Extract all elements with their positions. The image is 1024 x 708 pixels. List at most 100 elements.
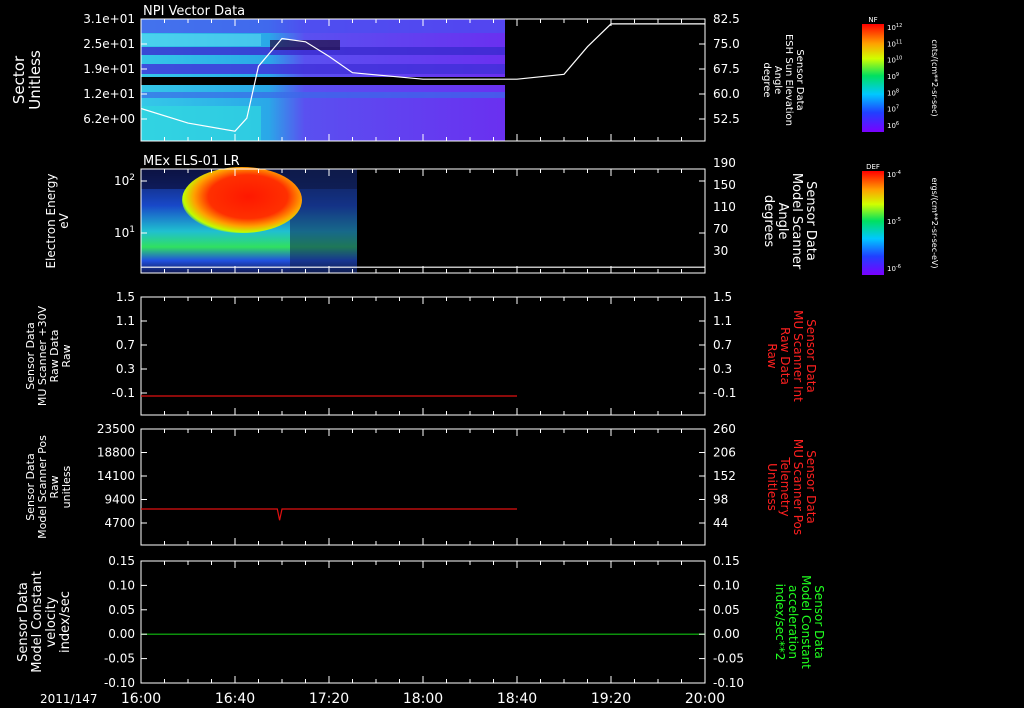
right-ytick-label: 0.15: [713, 554, 740, 568]
colorbar-tick-label: 10-6: [887, 264, 901, 273]
left-ytick-label: 0.00: [108, 627, 135, 641]
left-ytick-label: 102: [114, 173, 135, 188]
left-ytick-label: -0.05: [104, 652, 135, 666]
time-tick-label: 16:00: [121, 691, 161, 707]
left-ytick-label: 1.1: [116, 314, 135, 328]
right-ytick-label: 0.7: [713, 338, 732, 352]
left-axis-label: Unitless: [26, 50, 44, 110]
right-axis-label: degree: [761, 62, 772, 97]
right-axis-label: acceleration: [786, 585, 800, 659]
left-ytick-label: -0.1: [112, 386, 135, 400]
right-axis-label: Sensor Data: [804, 450, 818, 524]
right-ytick-label: -0.10: [713, 676, 744, 690]
left-ytick-label: -0.10: [104, 676, 135, 690]
right-ytick-label: 206: [713, 446, 736, 460]
npi-spectrogram-image: [141, 19, 505, 141]
left-ytick-label: 0.10: [108, 578, 135, 592]
left-axis-label: index/sec: [58, 591, 73, 653]
right-ytick-label: 190: [713, 156, 736, 170]
right-ytick-label: 70: [713, 222, 728, 236]
left-ytick-label: 6.2e+00: [83, 112, 135, 126]
left-ytick-label: 4700: [104, 516, 135, 530]
panel-frame-pos: [140, 428, 706, 546]
right-ytick-label: 67.5: [713, 62, 740, 76]
right-axis-label: Sensor Data: [803, 181, 818, 261]
colorbar-tick-label: 1010: [887, 56, 902, 65]
colorbar-tick-label: 106: [887, 121, 899, 130]
colorbar-tick-label: 10-5: [887, 217, 901, 226]
right-ytick-label: 98: [713, 493, 728, 507]
left-ytick-label: 0.7: [116, 338, 135, 352]
right-ytick-label: 0.00: [713, 627, 740, 641]
panel-title-els: MEx ELS-01 LR: [143, 154, 240, 169]
right-ytick-label: 260: [713, 422, 736, 436]
right-ytick-label: 1.5: [713, 290, 732, 304]
right-axis-label: Telemetry: [778, 456, 792, 516]
right-axis-label: Model Scanner: [789, 173, 804, 270]
left-ytick-label: 1.2e+01: [83, 87, 135, 101]
right-ytick-label: 75.0: [713, 37, 740, 51]
right-ytick-label: 30: [713, 244, 728, 258]
left-ytick-label: 3.1e+01: [83, 12, 135, 26]
right-ytick-label: 60.0: [713, 87, 740, 101]
right-axis-label: index/sec**2: [773, 584, 787, 661]
right-axis-label: degrees: [761, 195, 776, 248]
right-ytick-label: 0.05: [713, 603, 740, 617]
left-axis-label: Electron Energy: [44, 173, 58, 268]
right-ytick-label: 1.1: [713, 314, 732, 328]
left-axis-label: Model Constant: [30, 571, 45, 673]
left-ytick-label: 0.3: [116, 362, 135, 376]
date-label: 2011/147: [40, 692, 98, 706]
colorbar-unit: cnts/(cm**2-sr-sec): [930, 39, 939, 116]
time-tick-label: 19:20: [591, 691, 631, 707]
left-ytick-label: 0.15: [108, 554, 135, 568]
panel-frame-vel: [140, 560, 706, 684]
scanner-pos-trace: [141, 508, 517, 521]
right-axis-label: MU Scanner Int: [791, 310, 805, 402]
colorbar-npi: [862, 24, 884, 132]
right-axis-label: MU Scanner Pos: [791, 439, 805, 535]
colorbar-tag: NF: [868, 16, 877, 24]
colorbar-tag: DEF: [866, 163, 880, 171]
right-ytick-label: 0.10: [713, 578, 740, 592]
els-spectrogram-image: [141, 167, 357, 273]
right-ytick-label: 110: [713, 200, 736, 214]
right-axis-label: Raw Data: [778, 327, 792, 385]
left-ytick-label: 9400: [104, 493, 135, 507]
left-ytick-label: 101: [114, 225, 135, 240]
colorbar-unit: ergs/(cm**2-sr-sec-eV): [930, 177, 939, 268]
time-tick-label: 16:40: [215, 691, 255, 707]
left-axis-label: Raw: [60, 344, 73, 367]
right-axis-label: Sensor Data: [804, 319, 818, 393]
colorbar-tick-label: 1012: [887, 23, 902, 32]
time-tick-label: 18:40: [497, 691, 537, 707]
time-tick-label: 20:00: [685, 691, 725, 707]
right-axis-label: Angle: [772, 66, 783, 94]
colorbar-els: [862, 171, 884, 275]
panel-frame-mu30: [140, 296, 706, 416]
left-ytick-label: 2.5e+01: [83, 37, 135, 51]
right-axis-label: Unitless: [765, 463, 779, 511]
left-ytick-label: 1.5: [116, 290, 135, 304]
colorbar-tick-label: 107: [887, 105, 899, 114]
right-ytick-label: 0.3: [713, 362, 732, 376]
right-ytick-label: 44: [713, 516, 728, 530]
right-ytick-label: -0.05: [713, 652, 744, 666]
time-tick-label: 18:00: [403, 691, 443, 707]
right-axis-label: Model Constant: [799, 575, 813, 669]
right-ytick-label: -0.1: [713, 386, 736, 400]
right-ytick-label: 82.5: [713, 12, 740, 26]
left-ytick-label: 18800: [97, 446, 135, 460]
right-axis-label: ESH Sun Elevation: [783, 34, 794, 126]
colorbar-tick-label: 109: [887, 72, 899, 81]
left-axis-label: velocity: [44, 596, 59, 647]
colorbar-tick-label: 10-4: [887, 170, 901, 179]
right-ytick-label: 150: [713, 178, 736, 192]
right-ytick-label: 52.5: [713, 112, 740, 126]
left-axis-label: Sensor Data: [16, 582, 31, 662]
right-axis-label: Raw: [765, 343, 779, 368]
right-axis-label: Sensor Data: [794, 49, 805, 110]
time-tick-label: 17:20: [309, 691, 349, 707]
right-axis-label: Angle: [775, 203, 790, 240]
figure: NPI Vector Data 3.1e+01 2.5e+01 1.9e+01 1.2e…: [10, 4, 939, 707]
